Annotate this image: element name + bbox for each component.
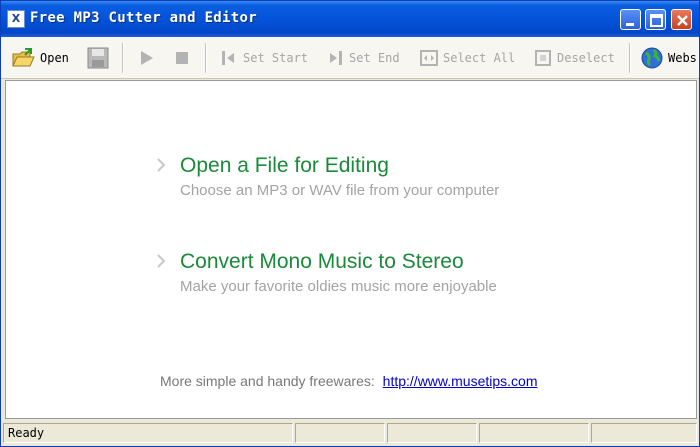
open-file-subtitle: Choose an MP3 or WAV file from your comp… <box>180 182 500 199</box>
open-label: Open <box>40 51 69 65</box>
title-bar[interactable]: X Free MP3 Cutter and Editor <box>1 1 699 37</box>
open-file-title[interactable]: Open a File for Editing <box>180 154 389 178</box>
app-window: X Free MP3 Cutter and Editor Open Set St… <box>0 0 700 447</box>
deselect-button[interactable]: Deselect <box>534 37 615 79</box>
convert-mono-title[interactable]: Convert Mono Music to Stereo <box>180 250 464 274</box>
set-start-label: Set Start <box>243 51 309 65</box>
freeware-footer: More simple and handy freewares: http://… <box>160 373 538 389</box>
toolbar-separator <box>629 43 631 73</box>
save-icon <box>87 47 109 69</box>
open-button[interactable]: Open <box>11 37 69 79</box>
set-end-label: Set End <box>349 51 400 65</box>
maximize-icon <box>650 14 663 27</box>
close-icon <box>677 15 688 26</box>
set-end-button[interactable]: Set End <box>326 37 400 79</box>
website-button[interactable]: Webs <box>641 37 697 79</box>
convert-mono-subtitle: Make your favorite oldies music more enj… <box>180 278 497 295</box>
chevron-right-icon <box>157 158 166 172</box>
maximize-button[interactable] <box>645 9 666 30</box>
toolbar: Open Set Start Set End Select All Desele… <box>1 37 699 79</box>
status-pane <box>591 423 697 443</box>
website-label: Webs <box>668 51 697 65</box>
play-button[interactable] <box>138 37 156 79</box>
save-button[interactable] <box>87 37 109 79</box>
stop-button[interactable] <box>174 37 190 79</box>
app-icon[interactable]: X <box>7 10 25 28</box>
window-title: Free MP3 Cutter and Editor <box>30 10 257 26</box>
musetips-link[interactable]: http://www.musetips.com <box>383 373 538 389</box>
set-end-icon <box>330 51 342 65</box>
chevron-right-icon <box>157 254 166 268</box>
set-start-button[interactable]: Set Start <box>220 37 308 79</box>
minimize-button[interactable] <box>620 9 641 30</box>
stop-icon <box>176 52 188 64</box>
freeware-text: More simple and handy freewares: <box>160 373 375 389</box>
status-pane <box>479 423 589 443</box>
globe-icon <box>641 47 663 69</box>
select-all-label: Select All <box>443 51 516 65</box>
minimize-icon <box>626 23 634 26</box>
deselect-label: Deselect <box>557 51 615 65</box>
select-all-button[interactable]: Select All <box>420 37 515 79</box>
start-panel: Open a File for Editing Choose an MP3 or… <box>5 80 697 419</box>
status-bar: Ready <box>1 420 699 446</box>
set-start-icon <box>222 51 234 65</box>
status-pane <box>295 423 385 443</box>
select-all-icon <box>420 50 438 66</box>
status-pane <box>387 423 477 443</box>
deselect-icon <box>535 50 551 66</box>
close-button[interactable] <box>671 9 692 30</box>
toolbar-separator <box>205 43 207 73</box>
play-icon <box>141 51 153 65</box>
toolbar-separator <box>122 43 124 73</box>
status-text: Ready <box>3 423 293 443</box>
open-folder-icon <box>12 48 35 67</box>
